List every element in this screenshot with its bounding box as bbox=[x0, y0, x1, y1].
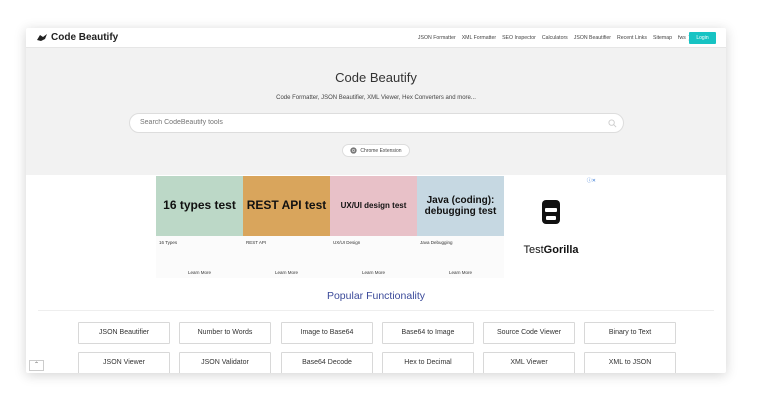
nav-item-calculators[interactable]: Calculators bbox=[542, 35, 568, 41]
browser-viewport: Code Beautify JSON Formatter XML Formatt… bbox=[26, 28, 726, 373]
nav-menu: JSON Formatter XML Formatter SEO Inspect… bbox=[412, 28, 692, 48]
ad-tile-image: UX/UI design test bbox=[330, 176, 417, 236]
tool-button-source-code-viewer[interactable]: Source Code Viewer bbox=[483, 322, 575, 344]
chrome-icon bbox=[350, 147, 358, 154]
page-title: Code Beautify bbox=[335, 70, 417, 85]
tool-button-number-to-words[interactable]: Number to Words bbox=[179, 322, 271, 344]
ad-tile-image: 16 types test bbox=[156, 176, 243, 236]
nav-item-xml-formatter[interactable]: XML Formatter bbox=[462, 35, 496, 41]
tool-button-xml-viewer[interactable]: XML Viewer bbox=[483, 352, 575, 373]
chevron-up-icon: ⌃ bbox=[33, 362, 40, 368]
login-button[interactable]: Login bbox=[689, 32, 716, 44]
nav-item-json-beautifier[interactable]: JSON Beautifier bbox=[574, 35, 611, 41]
search-input[interactable] bbox=[140, 114, 600, 132]
gorilla-logo-icon bbox=[542, 200, 560, 224]
tool-button-base64-decode[interactable]: Base64 Decode bbox=[281, 352, 373, 373]
chrome-extension-label: Chrome Extension bbox=[360, 147, 402, 154]
ad-learn-more-link[interactable]: Learn More bbox=[243, 270, 330, 275]
section-title: Popular Functionality bbox=[326, 290, 426, 302]
sponsor-bold: Gorilla bbox=[543, 244, 579, 256]
page-subtitle: Code Formatter, JSON Beautifier, XML Vie… bbox=[276, 95, 476, 101]
ad-tile[interactable]: REST API test REST API Learn More bbox=[243, 176, 330, 278]
hero-section: Code Beautify Code Formatter, JSON Beaut… bbox=[26, 48, 726, 175]
nav-item-fws-label: fws bbox=[678, 35, 686, 41]
ad-tile[interactable]: Java (coding): debugging test Java Debug… bbox=[417, 176, 504, 278]
ad-learn-more-link[interactable]: Learn More bbox=[330, 270, 417, 275]
ad-tile[interactable]: UX/UI design test UX/UI Design Learn Mor… bbox=[330, 176, 417, 278]
search-icon[interactable] bbox=[608, 119, 617, 128]
tool-button-image-to-base64[interactable]: Image to Base64 bbox=[281, 322, 373, 344]
logo-icon bbox=[37, 33, 47, 41]
ad-tile[interactable]: 16 types test 16 Types Learn More bbox=[156, 176, 243, 278]
tool-button-json-viewer[interactable]: JSON Viewer bbox=[78, 352, 170, 373]
ad-tile-image: REST API test bbox=[243, 176, 330, 236]
tool-button-json-beautifier[interactable]: JSON Beautifier bbox=[78, 322, 170, 344]
ad-tile-headline: 16 types test bbox=[163, 198, 236, 213]
ad-tile-headline: UX/UI design test bbox=[340, 200, 407, 210]
ad-tile-caption: REST API bbox=[246, 240, 267, 245]
ad-banner[interactable]: 16 types test 16 Types Learn More REST A… bbox=[156, 176, 598, 278]
ad-learn-more-link[interactable]: Learn More bbox=[156, 270, 243, 275]
testgorilla-ad[interactable]: TestGorilla ⓘ✕ bbox=[504, 176, 598, 278]
ad-tile-caption: Java Debugging bbox=[420, 240, 453, 245]
nav-item-json-formatter[interactable]: JSON Formatter bbox=[418, 35, 456, 41]
testgorilla-wordmark: TestGorilla bbox=[504, 244, 598, 256]
sponsor-prefix: Test bbox=[523, 244, 544, 256]
ad-tile-image: Java (coding): debugging test bbox=[417, 176, 504, 236]
nav-item-seo-inspector[interactable]: SEO Inspector bbox=[502, 35, 536, 41]
scroll-to-top-button[interactable]: ⌃ bbox=[29, 360, 44, 371]
brand-name: Code Beautify bbox=[51, 32, 119, 43]
section-divider bbox=[38, 310, 714, 311]
ad-tile-headline: Java (coding): debugging test bbox=[424, 195, 497, 217]
search-box[interactable] bbox=[129, 113, 624, 133]
tool-button-xml-to-json[interactable]: XML to JSON bbox=[584, 352, 676, 373]
tool-button-binary-to-text[interactable]: Binary to Text bbox=[584, 322, 676, 344]
ad-tile-caption: 16 Types bbox=[159, 240, 178, 245]
nav-item-sitemap[interactable]: Sitemap bbox=[653, 35, 672, 41]
top-navbar: Code Beautify JSON Formatter XML Formatt… bbox=[26, 28, 726, 48]
nav-item-recent-links[interactable]: Recent Links bbox=[617, 35, 647, 41]
ad-choices-icon[interactable]: ⓘ✕ bbox=[587, 177, 596, 184]
ad-tile-headline: REST API test bbox=[246, 198, 327, 213]
ad-tile-caption: UX/UI Design bbox=[333, 240, 361, 245]
brand-logo[interactable]: Code Beautify bbox=[36, 32, 118, 43]
ad-learn-more-link[interactable]: Learn More bbox=[417, 270, 504, 275]
tool-button-json-validator[interactable]: JSON Validator bbox=[179, 352, 271, 373]
tool-button-hex-to-decimal[interactable]: Hex to Decimal bbox=[382, 352, 474, 373]
tool-button-base64-to-image[interactable]: Base64 to Image bbox=[382, 322, 474, 344]
chrome-extension-button[interactable]: Chrome Extension bbox=[342, 144, 410, 157]
